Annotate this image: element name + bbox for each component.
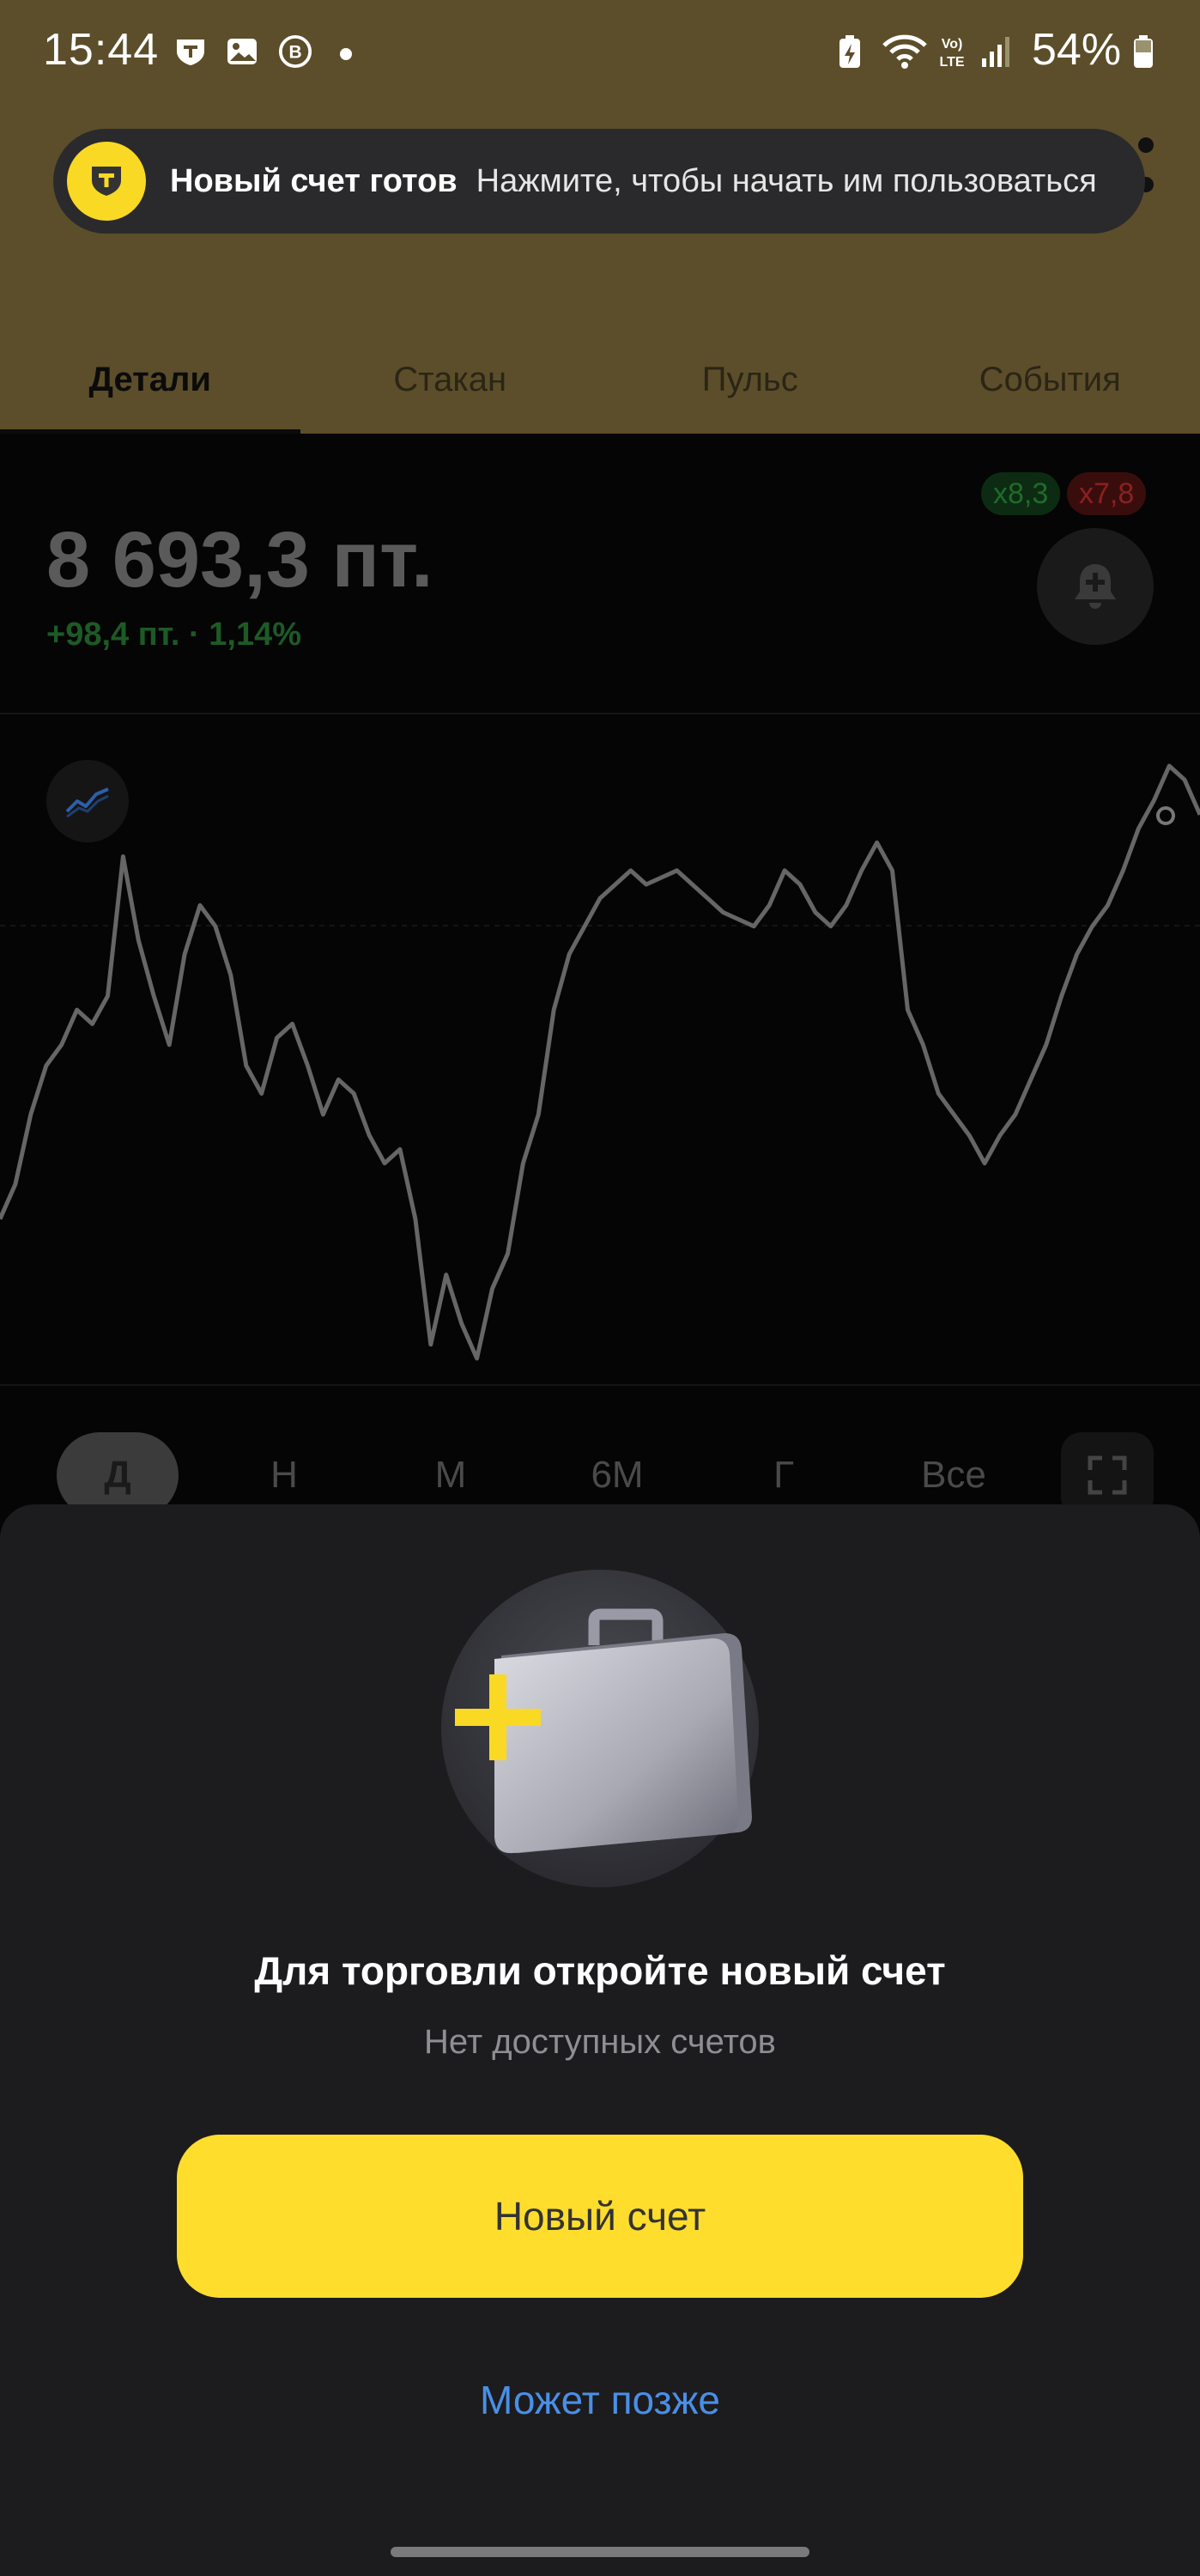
tab-details[interactable]: Детали [0,326,300,434]
menu-dot-icon [1138,137,1154,153]
status-time: 15:44 [43,25,160,75]
volte-icon: Vo) LTE [932,34,972,70]
price-chart[interactable] [0,714,1200,1384]
notification-title: Новый счет готов [170,162,458,199]
tab-order-book[interactable]: Стакан [300,326,601,434]
expand-icon [1088,1455,1127,1495]
tab-events[interactable]: События [900,326,1200,434]
sheet-title: Для торговли откройте новый счет [254,1948,946,1993]
signal-icon [979,34,1013,69]
svg-text:Vo): Vo) [942,37,963,52]
t-bank-notification-icon [173,34,208,69]
price-line [0,763,1200,1361]
tab-pulse[interactable]: Пульс [600,326,900,434]
instrument-tabs: Детали Стакан Пульс События [0,326,1200,434]
svg-text:LTE: LTE [939,55,964,70]
home-indicator[interactable] [391,2547,809,2557]
notification-text: Нажмите, чтобы начать им пользоваться [476,162,1097,199]
line-chart-icon [65,787,109,818]
price-change: +98,4 пт. · 1,14% [46,617,302,653]
buy-multiplier-badge: x8,3 [981,472,1061,515]
sheet-subtitle: Нет доступных счетов [424,2023,776,2061]
last-point-marker [1156,806,1175,825]
add-alert-button[interactable] [1037,528,1154,645]
battery-percent: 54% [1032,25,1122,75]
new-account-button[interactable]: Новый счет [177,2135,1023,2298]
briefcase-illustration [441,1570,759,1887]
b-app-icon: B [278,34,312,69]
maybe-later-button[interactable]: Может позже [0,2377,1200,2423]
svg-text:B: B [288,43,301,63]
status-bar: 15:44 B Vo) LTE 54% [0,0,1200,112]
gallery-icon [225,34,259,69]
wifi-icon [879,34,930,69]
divider [0,1384,1200,1386]
chart-type-button[interactable] [46,760,129,842]
battery-icon [1128,34,1159,69]
dot-icon [340,48,352,60]
sell-multiplier-badge: x7,8 [1067,472,1147,515]
t-bank-logo-icon [67,142,146,221]
price-chart-svg [0,763,1200,1361]
new-account-notification[interactable]: Новый счет готов Нажмите, чтобы начать и… [53,129,1145,234]
battery-saver-icon [833,34,867,69]
briefcase-plus-icon [441,1570,759,1887]
bell-plus-icon [1075,564,1116,609]
current-price: 8 693,3 пт. [46,516,433,604]
